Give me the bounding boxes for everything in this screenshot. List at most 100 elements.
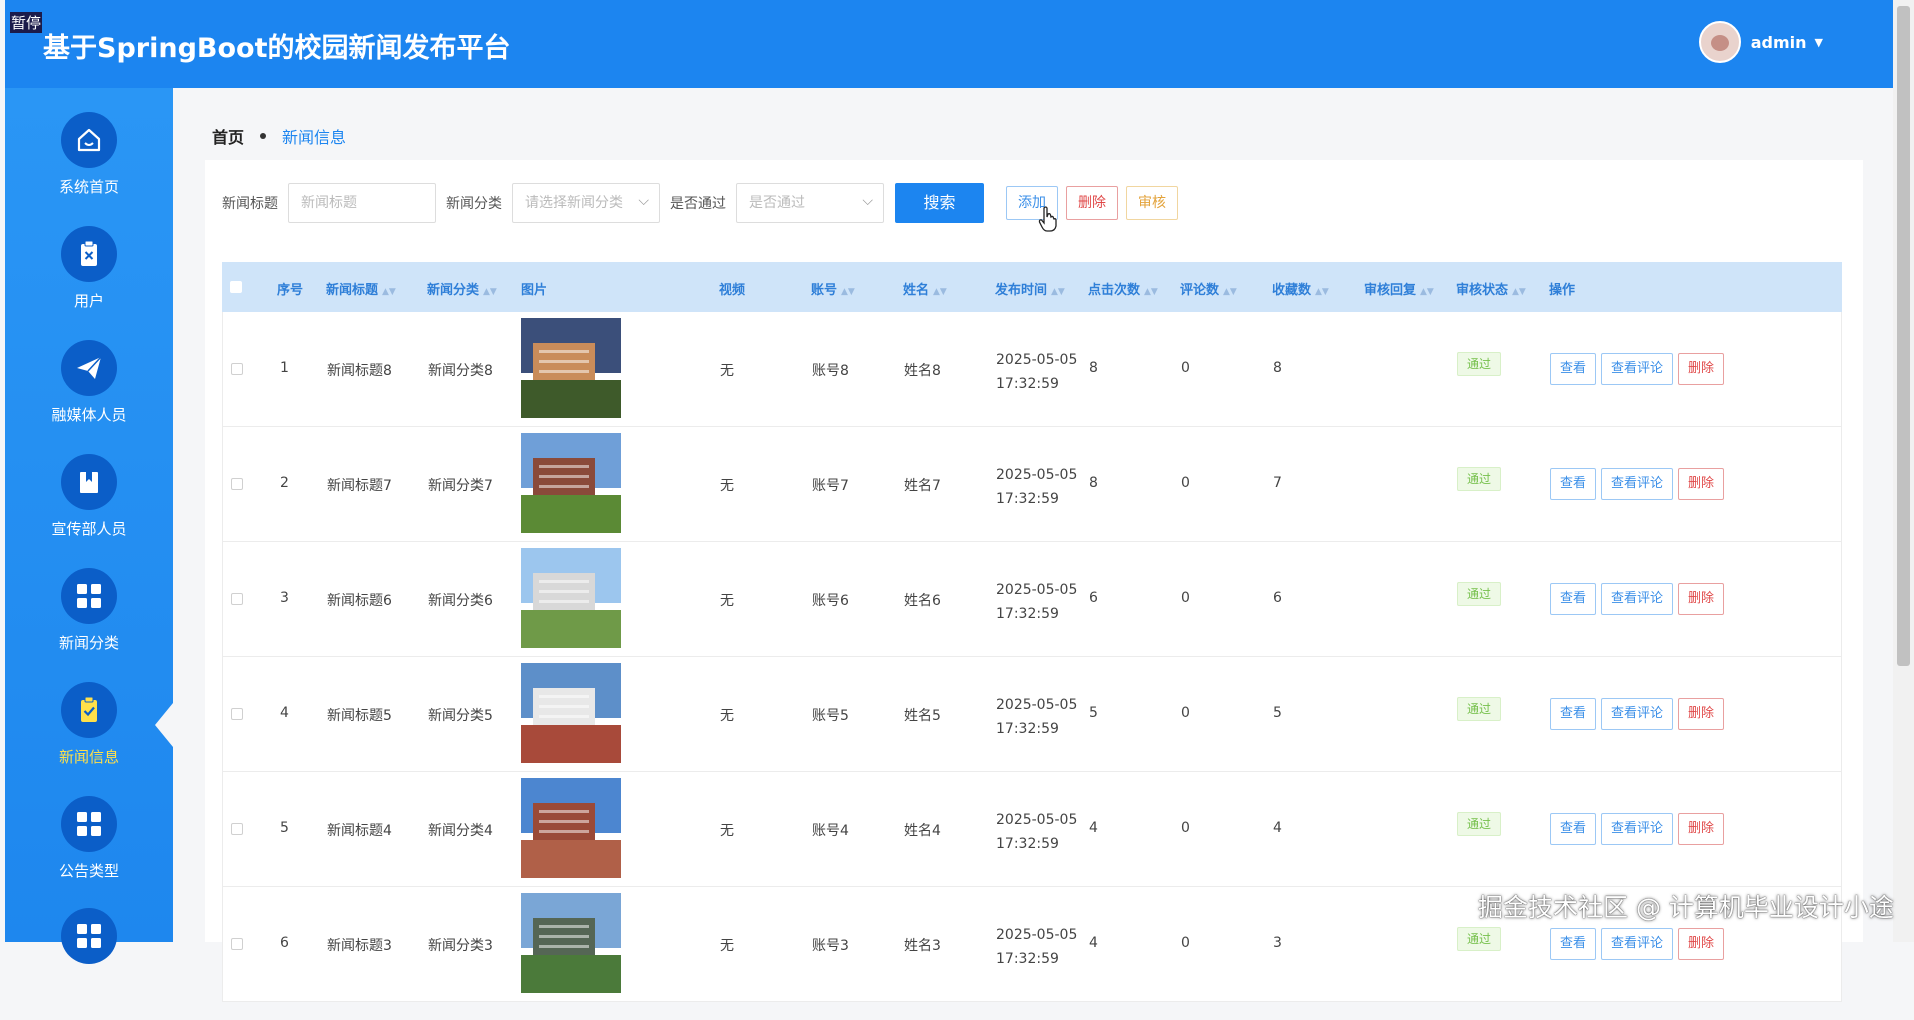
cell-image[interactable] — [521, 433, 621, 537]
view-button[interactable]: 查看 — [1550, 353, 1597, 385]
header-time[interactable]: 发布时间 ▲▼ — [995, 279, 1065, 298]
delete-row-button[interactable]: 删除 — [1678, 583, 1725, 615]
sidebar-item-label: 融媒体人员 — [51, 406, 127, 424]
cell-comments: 0 — [1181, 705, 1190, 721]
cell-date-line: 2025-05-05 — [996, 352, 1078, 368]
header-clicks[interactable]: 点击次数 ▲▼ — [1088, 279, 1158, 298]
cell-image[interactable] — [521, 318, 621, 422]
table-row: 1 新闻标题8 新闻分类8 无 账号8 姓名8 2025-05-05 17:32:59 8 0 8 通… — [222, 312, 1842, 427]
sidebar-item-news-category[interactable]: 新闻分类 — [5, 568, 173, 680]
row-checkbox[interactable] — [231, 593, 243, 605]
sidebar-item-notice-type[interactable]: 公告类型 — [5, 796, 173, 908]
view-button[interactable]: 查看 — [1550, 928, 1597, 960]
view-button[interactable]: 查看 — [1550, 468, 1597, 500]
sidebar-item-more[interactable] — [5, 908, 173, 1020]
header-status[interactable]: 审核状态 ▲▼ — [1456, 279, 1526, 298]
scrollbar-thumb[interactable] — [1897, 6, 1910, 666]
news-thumbnail — [521, 663, 621, 763]
breadcrumb-home[interactable]: 首页 — [212, 124, 244, 148]
cell-video: 无 — [720, 478, 734, 494]
title-search-input[interactable]: 新闻标题 — [288, 183, 436, 223]
row-actions: 查看 查看评论 删除 — [1550, 468, 1725, 500]
sidebar-item-label: 公告类型 — [58, 862, 119, 880]
cell-comments: 0 — [1181, 475, 1190, 491]
cell-image[interactable] — [521, 893, 621, 997]
row-actions: 查看 查看评论 删除 — [1550, 353, 1725, 385]
sidebar-item-news-info[interactable]: 新闻信息 — [5, 682, 173, 794]
cell-name: 姓名4 — [904, 823, 941, 839]
status-badge: 通过 — [1457, 467, 1502, 491]
news-thumbnail — [521, 318, 621, 418]
page-scrollbar[interactable] — [1893, 0, 1914, 942]
row-checkbox[interactable] — [231, 823, 243, 835]
cell-title: 新闻标题8 — [327, 363, 392, 379]
sidebar-item-home[interactable]: 系统首页 — [5, 112, 173, 224]
grid-icon — [61, 908, 117, 964]
view-comments-button[interactable]: 查看评论 — [1601, 928, 1674, 960]
search-button[interactable]: 搜索 — [895, 183, 984, 223]
breadcrumb: 首页 新闻信息 — [212, 124, 346, 148]
delete-row-button[interactable]: 删除 — [1678, 813, 1725, 845]
sidebar-item-label: 新闻信息 — [58, 748, 119, 766]
cell-category: 新闻分类8 — [428, 363, 493, 379]
row-checkbox[interactable] — [231, 938, 243, 950]
cell-account: 账号7 — [812, 478, 849, 494]
header-name[interactable]: 姓名 ▲▼ — [903, 279, 947, 298]
view-comments-button[interactable]: 查看评论 — [1601, 583, 1674, 615]
delete-row-button[interactable]: 删除 — [1678, 928, 1725, 960]
view-button[interactable]: 查看 — [1550, 698, 1597, 730]
cell-clicks: 5 — [1089, 705, 1098, 721]
header-category[interactable]: 新闻分类 ▲▼ — [427, 279, 497, 298]
delete-row-button[interactable]: 删除 — [1678, 698, 1725, 730]
row-checkbox[interactable] — [231, 363, 243, 375]
cell-time: 2025-05-05 17:32:59 — [996, 348, 1077, 396]
cell-title: 新闻标题7 — [327, 478, 392, 494]
sidebar-item-label: 宣传部人员 — [51, 520, 127, 538]
row-checkbox[interactable] — [231, 478, 243, 490]
view-comments-button[interactable]: 查看评论 — [1601, 353, 1674, 385]
view-comments-button[interactable]: 查看评论 — [1601, 468, 1674, 500]
approved-select[interactable]: 是否通过 — [736, 182, 884, 223]
header-account[interactable]: 账号 ▲▼ — [811, 279, 855, 298]
user-menu[interactable]: admin ▼ — [1698, 21, 1823, 63]
cell-image[interactable] — [521, 663, 621, 767]
review-button[interactable]: 审核 — [1126, 186, 1178, 220]
cell-comments: 0 — [1181, 590, 1190, 606]
header-reply[interactable]: 审核回复 ▲▼ — [1364, 279, 1434, 298]
delete-row-button[interactable]: 删除 — [1678, 468, 1725, 500]
breadcrumb-separator — [260, 133, 267, 139]
search-bar: 新闻标题 新闻标题 新闻分类 请选择新闻分类 是否通过 是否通过 搜索 添加 删… — [222, 182, 1178, 223]
cell-clicks: 4 — [1089, 820, 1098, 836]
grid-icon — [61, 796, 117, 852]
select-all-checkbox[interactable] — [230, 281, 242, 293]
view-button[interactable]: 查看 — [1550, 813, 1597, 845]
avatar[interactable] — [1698, 21, 1741, 63]
cell-image[interactable] — [521, 778, 621, 882]
status-badge: 通过 — [1457, 352, 1502, 376]
username[interactable]: admin — [1751, 33, 1807, 52]
cell-index: 6 — [280, 935, 289, 951]
cell-favorites: 8 — [1273, 360, 1282, 376]
view-comments-button[interactable]: 查看评论 — [1601, 813, 1674, 845]
status-badge: 通过 — [1457, 927, 1502, 951]
cell-index: 5 — [280, 820, 289, 836]
batch-delete-button[interactable]: 删除 — [1066, 186, 1118, 220]
sidebar-item-users[interactable]: 用户 — [5, 226, 173, 338]
delete-row-button[interactable]: 删除 — [1678, 353, 1725, 385]
cell-image[interactable] — [521, 548, 621, 652]
sidebar-item-publicity-staff[interactable]: 宣传部人员 — [5, 454, 173, 566]
cell-date-line: 2025-05-05 — [996, 697, 1078, 713]
category-select[interactable]: 请选择新闻分类 — [512, 182, 660, 223]
row-checkbox[interactable] — [231, 708, 243, 720]
cell-time-line: 17:32:59 — [996, 491, 1059, 507]
view-button[interactable]: 查看 — [1550, 583, 1597, 615]
header-title[interactable]: 新闻标题 ▲▼ — [326, 279, 396, 298]
header-index: 序号 — [277, 283, 304, 298]
sidebar-item-media-staff[interactable]: 融媒体人员 — [5, 340, 173, 452]
sidebar-item-label: 用户 — [73, 292, 104, 310]
view-comments-button[interactable]: 查看评论 — [1601, 698, 1674, 730]
caret-down-icon[interactable]: ▼ — [1815, 36, 1823, 49]
cell-index: 2 — [280, 475, 289, 491]
header-favorites[interactable]: 收藏数 ▲▼ — [1272, 279, 1329, 298]
header-comments[interactable]: 评论数 ▲▼ — [1180, 279, 1237, 298]
